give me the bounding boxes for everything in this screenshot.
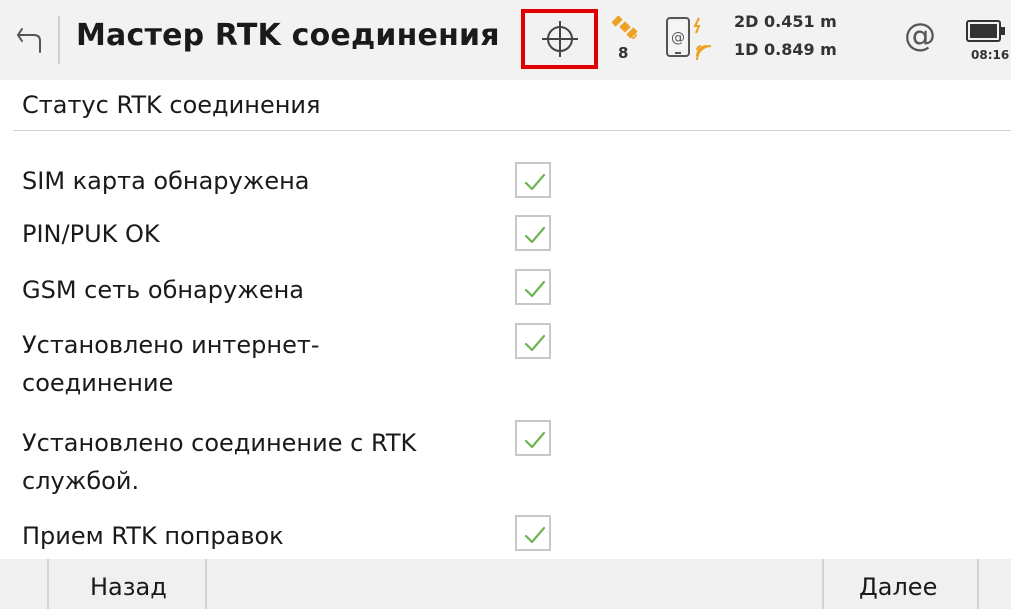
back-button[interactable] [16, 24, 44, 54]
footer-divider [822, 559, 824, 609]
header-divider [58, 16, 60, 64]
footer-divider [47, 559, 49, 609]
satellite-status[interactable] [611, 14, 640, 46]
bottom-bar: Назад Далее [0, 559, 1011, 609]
battery-status[interactable] [966, 18, 1006, 48]
scroll-fade-strip [13, 136, 513, 148]
section-divider [13, 130, 1011, 131]
status-label-pin: PIN/PUK OK [22, 220, 160, 248]
title-bar: Мастер RTK соединения 8 @ 2D 0.451 m 1D [0, 0, 1011, 80]
check-icon [524, 334, 546, 352]
status-label-internet: Установлено интернет-соединение [22, 331, 320, 397]
status-label-sim: SIM карта обнаружена [22, 167, 310, 195]
accuracy-2d: 2D 0.451 m [734, 12, 837, 31]
crosshair-button[interactable] [521, 9, 598, 69]
check-icon [524, 526, 546, 544]
status-check-internet [515, 323, 551, 359]
section-title: Статус RTK соединения [22, 91, 321, 119]
status-label-rtk-corrections: Прием RTK поправок [22, 522, 284, 550]
check-icon [524, 280, 546, 298]
page-title: Мастер RTK соединения [76, 18, 500, 53]
status-check-gsm [515, 269, 551, 305]
check-icon [524, 173, 546, 191]
footer-divider [977, 559, 979, 609]
crosshair-icon [542, 21, 578, 57]
check-icon [524, 431, 546, 449]
clock: 08:16 [971, 48, 1010, 62]
back-button-footer[interactable]: Назад [90, 573, 167, 601]
satellite-icon [611, 15, 638, 39]
svg-text:@: @ [671, 30, 685, 46]
status-check-sim [515, 162, 551, 198]
check-icon [524, 226, 546, 244]
accuracy-1d: 1D 0.849 m [734, 40, 837, 59]
status-check-rtk-corrections [515, 515, 551, 551]
status-label-rtk-service: Установлено соединение с RTK службой. [22, 429, 417, 495]
rover-device-icon: @ [666, 17, 712, 61]
status-label-gsm: GSM сеть обнаружена [22, 276, 304, 304]
at-icon[interactable]: @ [904, 16, 936, 54]
footer-divider [205, 559, 207, 609]
battery-icon [966, 20, 1005, 42]
next-button[interactable]: Далее [859, 573, 937, 601]
status-check-rtk-service [515, 420, 551, 456]
back-arrow-icon [17, 28, 41, 53]
satellite-count: 8 [618, 44, 629, 62]
rtk-link-status[interactable]: @ [665, 16, 723, 66]
status-check-pin [515, 215, 551, 251]
